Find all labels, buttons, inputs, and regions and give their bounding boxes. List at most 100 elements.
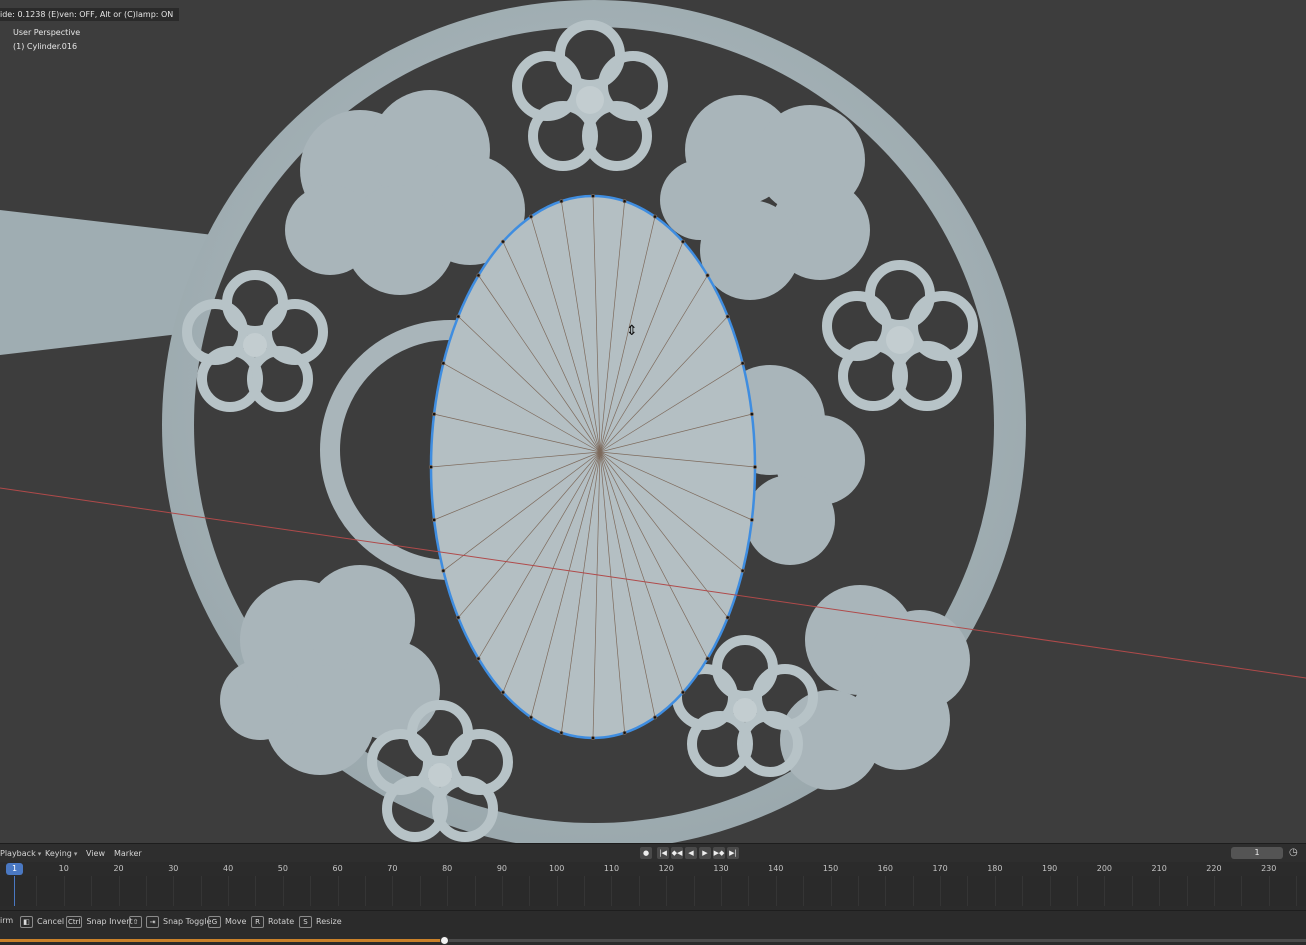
keyframe-track[interactable] bbox=[0, 876, 1306, 906]
scene-render[interactable]: ⇕ bbox=[0, 0, 1306, 843]
chevron-down-icon: ▾ bbox=[73, 850, 78, 858]
keying-menu[interactable]: Keying ▾ bbox=[45, 849, 77, 858]
mesh-vertex[interactable] bbox=[559, 199, 564, 204]
mesh-vertex[interactable] bbox=[725, 314, 730, 319]
mesh-vertex[interactable] bbox=[705, 273, 710, 278]
mesh-vertex[interactable] bbox=[681, 690, 685, 695]
mesh-vertex[interactable] bbox=[753, 465, 757, 469]
grid-line bbox=[666, 876, 668, 906]
ruler-tick: 140 bbox=[768, 864, 784, 873]
playback-menu[interactable]: Playback ▾ bbox=[0, 849, 41, 858]
mesh-vertex[interactable] bbox=[705, 656, 710, 661]
rotate-hint: R Rotate bbox=[251, 916, 294, 928]
play-icon[interactable]: ▶ bbox=[699, 847, 711, 859]
mesh-vertex[interactable] bbox=[622, 730, 627, 735]
ruler-tick: 130 bbox=[713, 864, 729, 873]
mesh-vertex[interactable] bbox=[456, 314, 461, 319]
playhead-line[interactable] bbox=[14, 876, 15, 906]
ruler-tick: 90 bbox=[496, 864, 508, 873]
ruler-tick: 80 bbox=[442, 864, 453, 873]
mesh-vertex[interactable] bbox=[653, 715, 657, 720]
mesh-vertex[interactable] bbox=[749, 412, 754, 417]
mesh-vertex[interactable] bbox=[529, 214, 533, 219]
view-menu[interactable]: View bbox=[86, 849, 105, 858]
key-ctrl: Ctrl bbox=[66, 916, 83, 928]
snap-invert-hint: Ctrl Snap Invert bbox=[66, 916, 133, 928]
key-g: G bbox=[208, 916, 221, 928]
mesh-vertex[interactable] bbox=[559, 730, 564, 735]
mesh-vertex[interactable] bbox=[476, 273, 481, 278]
grid-line bbox=[118, 876, 120, 906]
grid-line bbox=[1104, 876, 1106, 906]
prev-keyframe-icon[interactable]: ◆◀ bbox=[671, 847, 683, 859]
mesh-vertex[interactable] bbox=[476, 656, 481, 661]
move-cursor-icon: ⇕ bbox=[626, 323, 638, 339]
playback-menu-label: Playback bbox=[0, 849, 36, 858]
mesh-vertex[interactable] bbox=[441, 361, 446, 366]
move-hint: G Move bbox=[208, 916, 246, 928]
mesh-vertex[interactable] bbox=[740, 361, 745, 366]
snap-toggle-hint: ⇧ ⇥ Snap Toggle bbox=[129, 916, 211, 928]
grid-line bbox=[830, 876, 832, 906]
grid-line bbox=[529, 876, 531, 906]
grid-line bbox=[912, 876, 914, 906]
current-frame-marker[interactable]: 1 bbox=[6, 863, 23, 875]
3d-viewport[interactable]: ⇕ ide: 0.1238 (E)ven: OFF, Alt or (C)lam… bbox=[0, 0, 1306, 843]
grid-line bbox=[1131, 876, 1133, 906]
ruler-tick: 210 bbox=[1151, 864, 1167, 873]
mesh-vertex[interactable] bbox=[653, 214, 657, 219]
mesh-vertex[interactable] bbox=[740, 568, 745, 573]
frame-ruler[interactable]: 1 10 20 30 40 50 60 70 80 90 100 110 120 130 140 150 16… bbox=[0, 862, 1306, 876]
mesh-vertex[interactable] bbox=[429, 465, 433, 469]
mesh-vertex[interactable] bbox=[456, 615, 461, 620]
mesh-vertex[interactable] bbox=[591, 194, 595, 198]
marker-menu[interactable]: Marker bbox=[114, 849, 142, 858]
grid-line bbox=[392, 876, 394, 906]
mesh-vertex[interactable] bbox=[591, 736, 595, 740]
hint-label: Snap Invert bbox=[86, 917, 133, 926]
key-tab-icon: ⇥ bbox=[146, 916, 159, 928]
grid-line bbox=[255, 876, 257, 906]
grid-line bbox=[200, 876, 202, 906]
key-shift: ⇧ bbox=[129, 916, 142, 928]
grid-line bbox=[967, 876, 969, 906]
grid-line bbox=[173, 876, 175, 906]
next-keyframe-icon[interactable]: ▶◆ bbox=[713, 847, 725, 859]
hint-label: Move bbox=[225, 917, 247, 926]
record-icon[interactable]: ● bbox=[640, 847, 652, 859]
ruler-tick: 120 bbox=[658, 864, 674, 873]
grid-line bbox=[36, 876, 38, 906]
current-frame-field[interactable]: 1 bbox=[1231, 847, 1283, 859]
grid-line bbox=[63, 876, 65, 906]
ruler-tick: 200 bbox=[1096, 864, 1113, 873]
hint-label: Resize bbox=[316, 917, 342, 926]
grid-line bbox=[419, 876, 421, 906]
mesh-vertex[interactable] bbox=[529, 715, 533, 720]
mesh-vertex[interactable] bbox=[432, 412, 437, 417]
mesh-vertex[interactable] bbox=[725, 615, 730, 620]
mesh-vertex[interactable] bbox=[432, 517, 437, 522]
timeline-editor[interactable]: Playback ▾ Keying ▾ View Marker ● |◀ ◆◀ ◀ … bbox=[0, 843, 1306, 910]
key-s: S bbox=[299, 916, 312, 928]
keying-menu-label: Keying bbox=[45, 849, 72, 858]
hint-label: Cancel bbox=[37, 917, 65, 926]
grid-line bbox=[1268, 876, 1270, 906]
progress-fill bbox=[0, 939, 445, 942]
grid-line bbox=[337, 876, 339, 906]
jump-start-icon[interactable]: |◀ bbox=[657, 847, 669, 859]
timer-icon[interactable]: ◷ bbox=[1289, 847, 1301, 859]
mesh-vertex[interactable] bbox=[681, 239, 685, 244]
mesh-vertex[interactable] bbox=[501, 690, 505, 695]
ruler-tick: 10 bbox=[58, 864, 69, 873]
mesh-vertex[interactable] bbox=[441, 568, 446, 573]
operator-status-text: ide: 0.1238 (E)ven: OFF, Alt or (C)lamp:… bbox=[0, 8, 180, 21]
ruler-tick: 230 bbox=[1261, 864, 1277, 873]
grid-line bbox=[145, 876, 147, 906]
hint-label: Rotate bbox=[268, 917, 295, 926]
grid-line bbox=[556, 876, 558, 906]
mesh-vertex[interactable] bbox=[622, 199, 627, 204]
mesh-vertex[interactable] bbox=[501, 239, 505, 244]
jump-end-icon[interactable]: ▶| bbox=[727, 847, 739, 859]
mesh-vertex[interactable] bbox=[749, 517, 754, 522]
play-reverse-icon[interactable]: ◀ bbox=[685, 847, 697, 859]
